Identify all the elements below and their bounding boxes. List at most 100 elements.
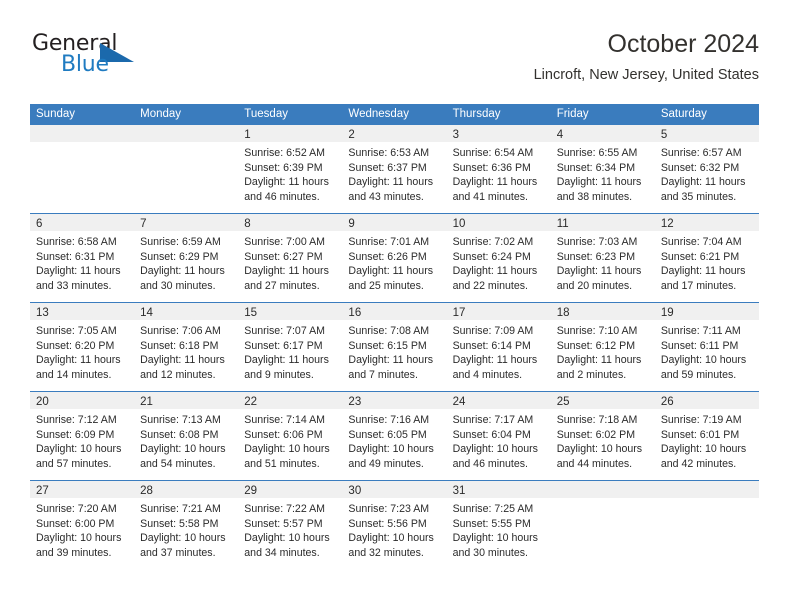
day-detail-line: Sunrise: 6:53 AM <box>348 147 430 159</box>
day-number: 23 <box>348 396 362 408</box>
day-number: 16 <box>348 307 362 319</box>
day-number: 5 <box>660 129 668 141</box>
day-detail-line: and 59 minutes. <box>660 368 737 381</box>
calendar-day-cell[interactable]: 31 Sunrise: 7:25 AM Sunset: 5:55 PM Dayligh… <box>446 481 551 569</box>
day-details: Sunrise: 6:58 AM Sunset: 6:31 PM Daylight:… <box>30 231 134 293</box>
calendar-day-cell[interactable]: 2 Sunrise: 6:53 AM Sunset: 6:37 PM Daylight… <box>342 125 447 213</box>
day-number-band: 24 <box>446 392 551 409</box>
day-number: 1 <box>244 129 251 141</box>
day-number: 20 <box>36 396 49 408</box>
day-detail-line: Sunset: 6:37 PM <box>348 161 427 174</box>
day-detail-line: Sunset: 6:29 PM <box>140 250 219 263</box>
day-details <box>134 142 238 146</box>
calendar-day-cell[interactable]: 18 Sunrise: 7:10 AM Sunset: 6:12 PM Dayligh… <box>550 303 655 391</box>
day-detail-line: Daylight: 11 hours <box>452 354 538 367</box>
calendar-day-cell[interactable]: 6 Sunrise: 6:58 AM Sunset: 6:31 PM Daylight… <box>30 214 135 302</box>
day-detail-line: and 35 minutes. <box>660 190 737 203</box>
day-number-band: 10 <box>446 214 551 231</box>
day-number: 7 <box>140 218 147 230</box>
calendar-day-cell[interactable]: 17 Sunrise: 7:09 AM Sunset: 6:14 PM Dayligh… <box>446 303 551 391</box>
day-detail-line: Sunrise: 7:20 AM <box>36 503 117 515</box>
day-detail-line: Daylight: 11 hours <box>660 176 746 189</box>
day-detail-line: and 4 minutes. <box>452 368 523 381</box>
day-details: Sunrise: 7:22 AM Sunset: 5:57 PM Daylight:… <box>238 498 342 560</box>
day-detail-line: Daylight: 10 hours <box>244 443 330 456</box>
day-detail-line: Daylight: 11 hours <box>140 354 225 367</box>
calendar-day-cell[interactable]: 4 Sunrise: 6:55 AM Sunset: 6:34 PM Daylight… <box>550 125 655 213</box>
calendar-week-row: 27 Sunrise: 7:20 AM Sunset: 6:00 PM Dayligh… <box>30 480 759 569</box>
calendar-day-cell[interactable]: 19 Sunrise: 7:11 AM Sunset: 6:11 PM Dayligh… <box>654 303 759 391</box>
calendar-day-cell[interactable]: 8 Sunrise: 7:00 AM Sunset: 6:27 PM Daylight… <box>238 214 343 302</box>
day-detail-line: and 39 minutes. <box>36 546 112 559</box>
calendar-day-cell[interactable]: 27 Sunrise: 7:20 AM Sunset: 6:00 PM Dayligh… <box>30 481 135 569</box>
day-detail-line: Sunrise: 6:57 AM <box>660 147 742 159</box>
day-details: Sunrise: 6:52 AM Sunset: 6:39 PM Daylight:… <box>238 142 342 204</box>
day-details: Sunrise: 7:07 AM Sunset: 6:17 PM Daylight:… <box>238 320 342 382</box>
calendar-day-cell[interactable]: 29 Sunrise: 7:22 AM Sunset: 5:57 PM Dayligh… <box>238 481 343 569</box>
calendar-day-cell[interactable]: 23 Sunrise: 7:16 AM Sunset: 6:05 PM Dayligh… <box>342 392 447 480</box>
day-details: Sunrise: 6:57 AM Sunset: 6:32 PM Daylight:… <box>655 142 759 204</box>
day-number: 31 <box>452 485 466 497</box>
day-detail-line: Sunset: 6:21 PM <box>660 250 740 263</box>
calendar-day-cell[interactable]: 15 Sunrise: 7:07 AM Sunset: 6:17 PM Dayligh… <box>238 303 343 391</box>
day-details: Sunrise: 7:10 AM Sunset: 6:12 PM Daylight:… <box>551 320 655 382</box>
day-detail-line: and 20 minutes. <box>556 279 633 292</box>
day-detail-line: Sunrise: 7:21 AM <box>140 503 221 515</box>
day-number-band <box>134 125 239 142</box>
calendar-day-cell[interactable]: 13 Sunrise: 7:05 AM Sunset: 6:20 PM Dayligh… <box>30 303 135 391</box>
day-detail-line: Sunset: 6:12 PM <box>556 339 636 352</box>
day-details <box>551 498 655 502</box>
day-detail-line: and 22 minutes. <box>452 279 528 292</box>
calendar-day-cell[interactable]: 21 Sunrise: 7:13 AM Sunset: 6:08 PM Dayligh… <box>134 392 239 480</box>
day-detail-line: Sunset: 6:06 PM <box>244 428 323 441</box>
day-detail-line: Sunset: 6:26 PM <box>348 250 427 263</box>
calendar-day-cell[interactable]: 14 Sunrise: 7:06 AM Sunset: 6:18 PM Dayligh… <box>134 303 239 391</box>
calendar-day-cell[interactable]: 30 Sunrise: 7:23 AM Sunset: 5:56 PM Dayligh… <box>342 481 447 569</box>
calendar-day-cell[interactable]: 1 Sunrise: 6:52 AM Sunset: 6:39 PM Daylight… <box>238 125 343 213</box>
calendar-day-cell[interactable]: 22 Sunrise: 7:14 AM Sunset: 6:06 PM Dayligh… <box>238 392 343 480</box>
day-number: 14 <box>140 307 153 319</box>
calendar-day-cell[interactable]: 25 Sunrise: 7:18 AM Sunset: 6:02 PM Dayligh… <box>550 392 655 480</box>
calendar-day-cell[interactable]: 12 Sunrise: 7:04 AM Sunset: 6:21 PM Dayligh… <box>654 214 759 302</box>
calendar-day-cell[interactable]: 9 Sunrise: 7:01 AM Sunset: 6:26 PM Daylight… <box>342 214 447 302</box>
calendar-day-cell[interactable]: 20 Sunrise: 7:12 AM Sunset: 6:09 PM Dayligh… <box>30 392 135 480</box>
day-detail-line: and 17 minutes. <box>660 279 737 292</box>
weekday-header-monday: Monday <box>140 108 182 120</box>
general-blue-logo[interactable]: General Blue <box>30 31 160 87</box>
day-number-band: 22 <box>238 392 343 409</box>
day-number-band: 27 <box>30 481 135 498</box>
day-number: 26 <box>660 396 674 408</box>
calendar-day-cell[interactable]: 3 Sunrise: 6:54 AM Sunset: 6:36 PM Daylight… <box>446 125 551 213</box>
day-detail-line: and 54 minutes. <box>140 457 216 470</box>
day-number: 12 <box>660 218 674 230</box>
day-number-band: 13 <box>30 303 135 320</box>
calendar-day-cell[interactable]: 24 Sunrise: 7:17 AM Sunset: 6:04 PM Dayligh… <box>446 392 551 480</box>
calendar-day-cell[interactable]: 26 Sunrise: 7:19 AM Sunset: 6:01 PM Dayligh… <box>654 392 759 480</box>
weekday-header-sunday: Sunday <box>36 108 76 120</box>
weekday-header-thursday: Thursday <box>452 108 501 120</box>
calendar-day-cell-empty <box>30 125 135 213</box>
calendar-week-row: 6 Sunrise: 6:58 AM Sunset: 6:31 PM Daylight… <box>30 213 759 302</box>
calendar-day-cell[interactable]: 10 Sunrise: 7:02 AM Sunset: 6:24 PM Dayligh… <box>446 214 551 302</box>
calendar-day-cell[interactable]: 28 Sunrise: 7:21 AM Sunset: 5:58 PM Dayligh… <box>134 481 239 569</box>
day-detail-line: and 30 minutes. <box>140 279 216 292</box>
day-details: Sunrise: 7:18 AM Sunset: 6:02 PM Daylight:… <box>551 409 655 471</box>
day-detail-line: Sunset: 6:36 PM <box>452 161 531 174</box>
day-detail-line: Daylight: 10 hours <box>556 443 643 456</box>
day-number-band: 6 <box>30 214 135 231</box>
day-detail-line: Daylight: 11 hours <box>452 176 538 189</box>
calendar-day-cell[interactable]: 11 Sunrise: 7:03 AM Sunset: 6:23 PM Dayligh… <box>550 214 655 302</box>
day-detail-line: Sunrise: 7:18 AM <box>556 414 638 426</box>
calendar-day-cell[interactable]: 5 Sunrise: 6:57 AM Sunset: 6:32 PM Daylight… <box>654 125 759 213</box>
day-details: Sunrise: 7:04 AM Sunset: 6:21 PM Daylight:… <box>655 231 759 293</box>
day-number-band <box>550 481 655 498</box>
calendar-day-cell[interactable]: 7 Sunrise: 6:59 AM Sunset: 6:29 PM Daylight… <box>134 214 239 302</box>
day-detail-line: and 44 minutes. <box>556 457 633 470</box>
day-number: 27 <box>36 485 49 497</box>
day-detail-line: Sunrise: 7:11 AM <box>660 325 741 337</box>
calendar-day-cell[interactable]: 16 Sunrise: 7:08 AM Sunset: 6:15 PM Dayligh… <box>342 303 447 391</box>
day-detail-line: Sunset: 6:27 PM <box>244 250 323 263</box>
day-details: Sunrise: 7:17 AM Sunset: 6:04 PM Daylight:… <box>447 409 551 471</box>
day-detail-line: Daylight: 10 hours <box>348 532 434 545</box>
day-detail-line: Daylight: 10 hours <box>244 532 330 545</box>
